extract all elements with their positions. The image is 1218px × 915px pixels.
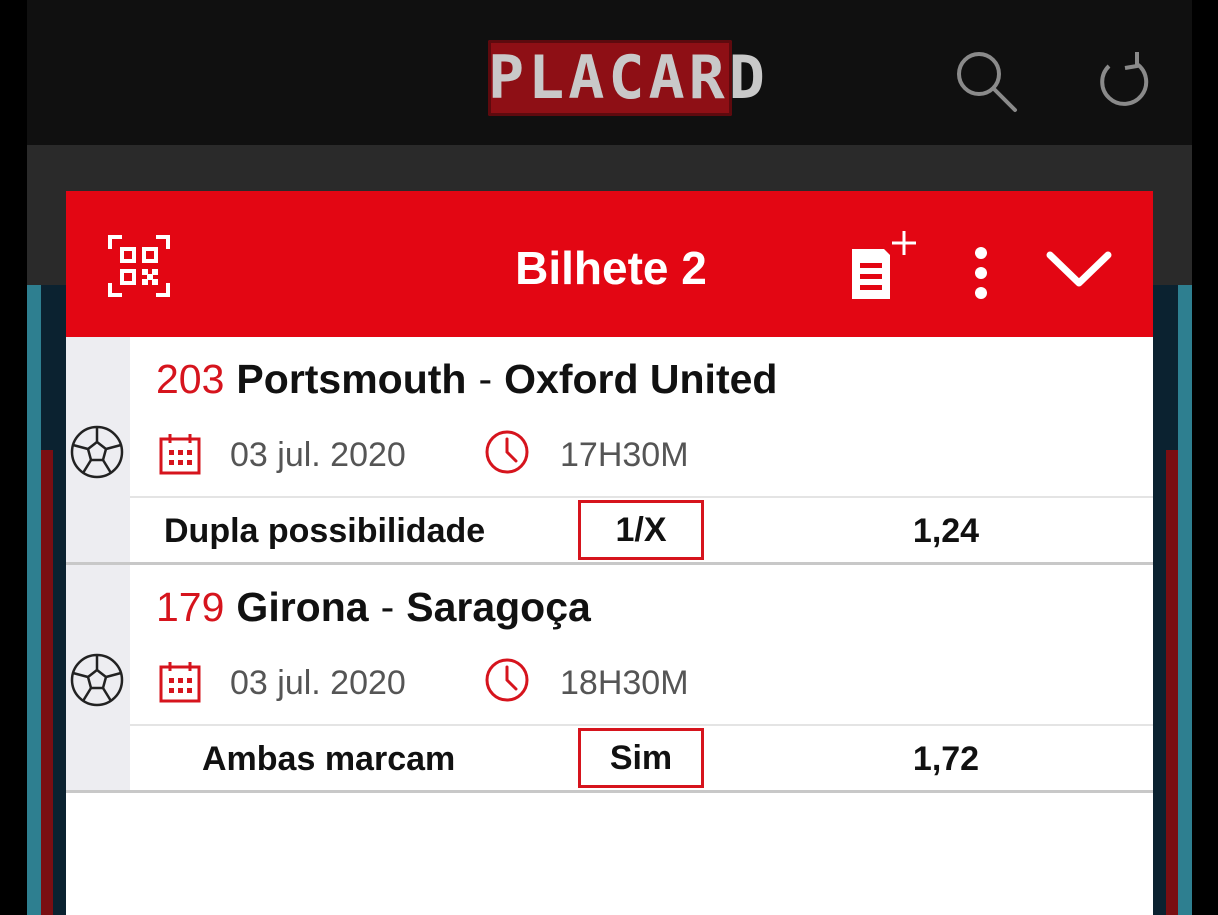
ticket-header: Bilhete 2 (66, 191, 1153, 337)
match-time: 18H30M (560, 664, 689, 702)
team-separator: - (478, 356, 493, 402)
more-vertical-icon[interactable] (966, 243, 996, 303)
clock-icon (485, 658, 529, 702)
row-divider (130, 496, 1153, 498)
soccer-ball-icon (70, 425, 124, 479)
top-bar: PLACARD (27, 0, 1192, 145)
market-label: Ambas marcam (202, 740, 456, 778)
market-label: Dupla possibilidade (164, 512, 486, 550)
odd-value: 1,24 (912, 512, 980, 550)
sport-column (66, 565, 130, 790)
ticket-title: Bilhete 2 (515, 242, 707, 294)
home-team: Portsmouth (236, 356, 467, 402)
search-icon[interactable] (951, 46, 1021, 116)
new-ticket-icon[interactable] (848, 227, 918, 303)
pick-option[interactable]: Sim (578, 728, 704, 788)
placard-logo[interactable]: PLACARD (488, 40, 765, 116)
home-team: Girona (236, 584, 369, 630)
match-title: 203 Portsmouth - Oxford United (156, 351, 777, 407)
soccer-ball-icon (70, 653, 124, 707)
match-date: 03 jul. 2020 (230, 664, 406, 702)
event-number: 203 (156, 356, 225, 402)
chevron-down-icon[interactable] (1046, 249, 1112, 289)
match-meta: 03 jul. 2020 17H30M (156, 427, 1146, 477)
away-team: Saragoça (406, 584, 591, 630)
match-date: 03 jul. 2020 (230, 436, 406, 474)
sport-column (66, 337, 130, 562)
away-team: Oxford United (504, 356, 778, 402)
row-divider (130, 724, 1153, 726)
match-meta: 03 jul. 2020 18H30M (156, 655, 1146, 705)
bet-ticket-panel: Bilhete 2 203 Portsmouth - Oxford United… (66, 191, 1153, 915)
calendar-icon (159, 434, 201, 475)
event-number: 179 (156, 584, 225, 630)
pick-option[interactable]: 1/X (578, 500, 704, 560)
calendar-icon (159, 662, 201, 703)
refresh-icon[interactable] (1087, 46, 1157, 116)
team-separator: - (380, 584, 395, 630)
match-title: 179 Girona - Saragoça (156, 579, 591, 635)
qr-code-icon[interactable] (106, 233, 172, 299)
clock-icon (485, 430, 529, 474)
match-time: 17H30M (560, 436, 689, 474)
odd-value: 1,72 (912, 740, 980, 778)
